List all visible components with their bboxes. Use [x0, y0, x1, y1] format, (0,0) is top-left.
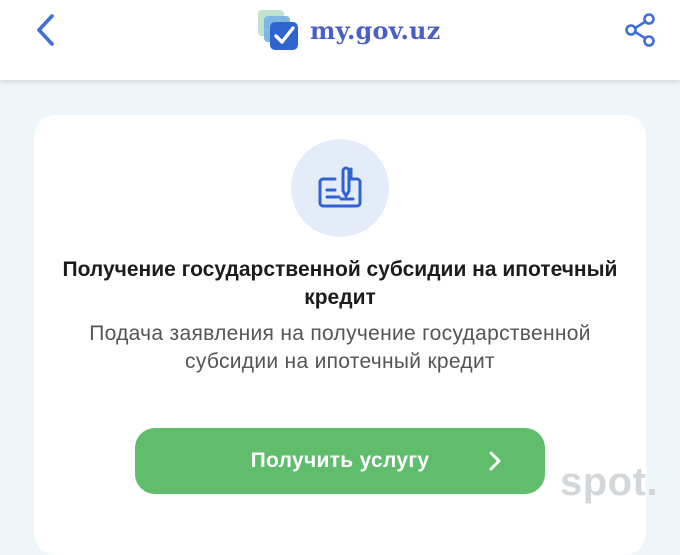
chevron-left-icon: [37, 14, 54, 46]
app-header: my.gov.uz: [0, 0, 680, 80]
watermark: spot.: [560, 460, 659, 504]
site-logo[interactable]: my.gov.uz: [256, 8, 441, 52]
get-service-button[interactable]: Получить услугу: [135, 428, 545, 494]
checkbox-stack-icon: [258, 10, 298, 50]
chevron-right-icon: [489, 451, 501, 471]
logo-text: my.gov.uz: [310, 15, 441, 45]
share-icon: [625, 13, 655, 47]
service-icon-badge: [291, 139, 389, 237]
back-button[interactable]: [28, 10, 64, 50]
get-service-label: Получить услугу: [250, 449, 430, 472]
service-description: Подача заявления на получение государств…: [89, 322, 591, 373]
signed-check-document-icon: [318, 166, 362, 208]
service-title: Получение государственной субсидии на ип…: [62, 258, 618, 309]
share-button[interactable]: [620, 10, 660, 50]
